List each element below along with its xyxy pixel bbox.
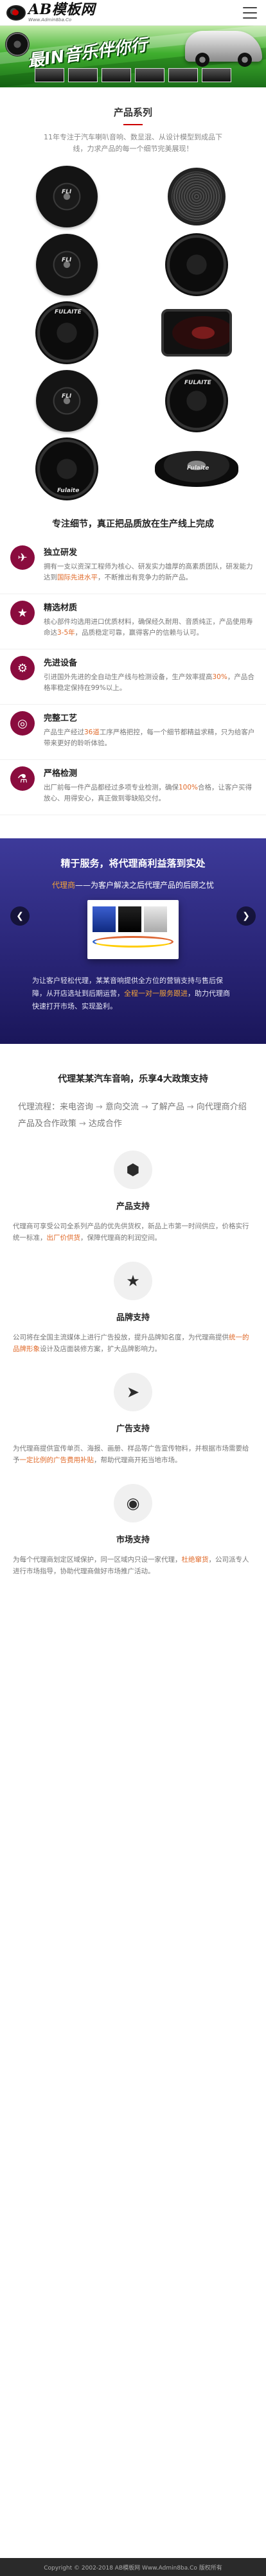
product-card[interactable]: FULAITE — [3, 299, 131, 367]
speaker-image: FULAITE — [35, 301, 98, 364]
product-card[interactable] — [132, 163, 261, 231]
product-card[interactable]: FLI — [3, 367, 131, 435]
chevron-right-icon[interactable]: ❯ — [236, 906, 256, 926]
copyright-text: Copyright © 2002-2018 AB模板网 Www.Admin8ba… — [44, 2564, 222, 2572]
product-card[interactable]: FLI — [3, 163, 131, 231]
footer: Copyright © 2002-2018 AB模板网 Www.Admin8ba… — [0, 2558, 266, 2576]
product-card[interactable] — [132, 231, 261, 299]
feature-item: ◎ 完整工艺 产品生产经过36道工序严格把控，每一个细节都精益求精，只为给客户带… — [0, 705, 266, 760]
feature-item: ⚗ 严格检测 出厂前每一件产品都经过多项专业检测，确保100%合格，让客户买得放… — [0, 760, 266, 815]
flask-icon: ⚗ — [10, 766, 35, 791]
logo-subtext: Www.Admin8ba.Co — [28, 17, 72, 22]
product-card[interactable]: Fulaite — [3, 435, 131, 503]
slider-title: 精于服务，将代理商利益落到实处 — [60, 858, 206, 869]
car-image — [185, 31, 262, 67]
speaker-image: FLI — [36, 370, 98, 432]
speaker-image: Fulaite — [155, 451, 238, 487]
compass-icon: ◉ — [114, 1484, 152, 1522]
agent-title: 代理某某汽车音响，乐享4大政策支持 — [58, 1074, 208, 1084]
cube-icon: ⬢ — [114, 1151, 152, 1189]
speaker-image: FULAITE — [165, 369, 228, 432]
slider-body: 为让客户轻松代理，某某音响提供全方位的营销支持与售后保障，从开店选址到后期运营，… — [32, 976, 230, 1010]
support-item: ➤ 广告支持 为代理商提供宣传单页、海报、画册、样品等广告宣传物料，并根据市场需… — [0, 1355, 266, 1466]
star-icon: ★ — [10, 601, 35, 625]
speaker-image — [168, 168, 226, 225]
product-card[interactable]: FULAITE — [132, 367, 261, 435]
rocket-icon: ✈ — [10, 545, 35, 570]
logo-text: AB模板网 — [28, 1, 96, 18]
speaker-image: Fulaite — [35, 437, 98, 500]
product-card[interactable] — [132, 299, 261, 367]
product-grid: FLI FLI FULAITE FLI FULAITE Fulaite Fula… — [0, 155, 266, 503]
gears-icon: ⚙ — [10, 656, 35, 680]
hamburger-icon[interactable] — [243, 7, 257, 19]
banner-thumbnails — [0, 68, 266, 82]
features-title: 专注细节，真正把品质放在生产线上完成 — [52, 519, 214, 529]
speaker-image: FLI — [36, 234, 98, 296]
products-title: 产品系列 — [0, 87, 266, 125]
feature-item: ✈ 独立研发 拥有一支以资深工程师为核心、研发实力雄厚的高素质团队，研发能力达到… — [0, 539, 266, 594]
send-icon: ➤ — [114, 1373, 152, 1411]
star-icon: ★ — [114, 1262, 152, 1300]
chevron-left-icon[interactable]: ❮ — [10, 906, 30, 926]
agent-flow: 代理流程：来电咨询 → 意向交流 → 了解产品 → 向代理商介绍产品及合作政策 → 达成合作 — [18, 1102, 247, 1129]
logo-icon — [6, 4, 26, 21]
speaker-image — [161, 309, 232, 357]
feature-list: ✈ 独立研发 拥有一支以资深工程师为核心、研发实力雄厚的高素质团队，研发能力达到… — [0, 539, 266, 815]
slider-subtitle: 代理商——为客户解决之后代理产品的后顾之忧 — [51, 881, 215, 890]
top-header: AB模板网 Www.Admin8ba.Co — [0, 0, 266, 26]
slider-image — [87, 900, 179, 959]
service-slider: 精于服务，将代理商利益落到实处 代理商——为客户解决之后代理产品的后顾之忧 ❮ … — [0, 838, 266, 1044]
feature-item: ★ 精选材质 核心部件均选用进口优质材料，确保经久耐用、音质纯正，产品使用寿命达… — [0, 594, 266, 649]
speaker-image — [5, 32, 30, 57]
support-item: ★ 品牌支持 公司将在全国主流媒体上进行广告投放，提升品牌知名度，为代理商提供统… — [0, 1244, 266, 1355]
site-logo[interactable]: AB模板网 Www.Admin8ba.Co — [6, 3, 95, 22]
speaker-image — [165, 233, 228, 296]
target-icon: ◎ — [10, 711, 35, 736]
product-card[interactable]: FLI — [3, 231, 131, 299]
support-item: ◉ 市场支持 为每个代理商划定区域保护，同一区域内只设一家代理，杜绝窜货，公司派… — [0, 1466, 266, 1577]
speaker-image: FLI — [36, 166, 98, 227]
products-desc: 11年专注于汽车喇叭音响、数显混、从设计模型到成品下线，力求产品的每一个细节完美… — [44, 133, 222, 153]
support-item: ⬢ 产品支持 代理商可享受公司全系列产品的优先供货权，新品上市第一时间供应，价格… — [0, 1133, 266, 1244]
hero-banner[interactable]: 最IN音乐伴你行 — [0, 26, 266, 87]
feature-item: ⚙ 先进设备 引进国外先进的全自动生产线与检测设备，生产效率提高30%，产品合格… — [0, 649, 266, 705]
product-card[interactable]: Fulaite — [132, 435, 261, 503]
